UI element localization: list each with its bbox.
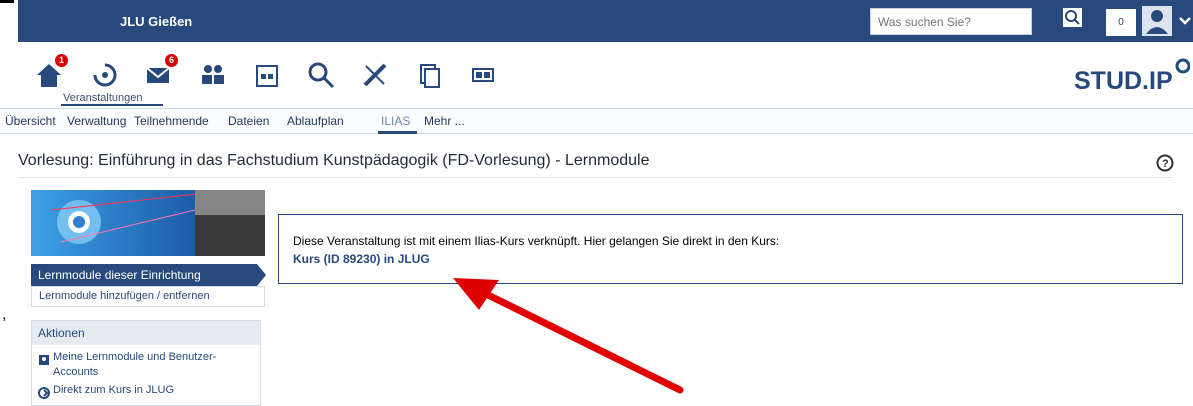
top-bar: JLU Gießen 0 (18, 0, 1193, 42)
overview-icon[interactable] (468, 60, 498, 90)
page-title: Vorlesung: Einführung in das Fachstudium… (18, 152, 650, 169)
sidebar-item-lernmodule-hinzufuegen[interactable]: Lernmodule hinzufügen / entfernen (31, 286, 265, 307)
actions-widget: Aktionen Meine Lernmodule und Benutzer- … (31, 320, 261, 406)
community-icon[interactable] (198, 60, 228, 90)
nav-active-underline (61, 104, 163, 106)
mail-icon[interactable]: 6 (144, 54, 178, 90)
search-button[interactable] (1063, 8, 1082, 27)
edge-line (0, 0, 14, 3)
action-direkt-zum-kurs[interactable]: Direkt zum Kurs in JLUG (53, 384, 174, 396)
account-icon (38, 353, 50, 365)
tab-verwaltung[interactable]: Verwaltung (67, 114, 126, 128)
link-icon (38, 386, 50, 399)
tab-mehr[interactable]: Mehr ... (424, 114, 465, 128)
logo-text: STUD.IP (1074, 67, 1173, 95)
annotation-arrow (448, 270, 690, 400)
tab-teilnehmende[interactable]: Teilnehmende (134, 114, 209, 128)
svg-text:?: ? (1162, 158, 1169, 170)
calendar-icon[interactable] (252, 60, 282, 90)
sidebar-banner (31, 190, 265, 256)
tab-active-underline (378, 131, 417, 134)
tab-bar: Übersicht Verwaltung Teilnehmende Dateie… (0, 108, 1193, 134)
site-title[interactable]: JLU Gießen (120, 14, 192, 29)
sidebar-item-lernmodule-einrichtung[interactable]: Lernmodule dieser Einrichtung (31, 264, 266, 286)
tab-uebersicht[interactable]: Übersicht (5, 114, 56, 128)
tools-icon[interactable] (360, 60, 390, 90)
ilias-info-box: Diese Veranstaltung ist mit einem Ilias-… (278, 214, 1183, 284)
courses-icon[interactable] (90, 60, 120, 90)
help-icon[interactable]: ? (1156, 154, 1174, 172)
tab-dateien[interactable]: Dateien (228, 114, 269, 128)
search-icon (1065, 10, 1080, 25)
action-meine-lernmodule-line1[interactable]: Meine Lernmodule und Benutzer- (53, 351, 216, 363)
avatar[interactable] (1142, 6, 1172, 36)
user-icon (1142, 6, 1172, 36)
tab-ablaufplan[interactable]: Ablaufplan (287, 114, 344, 128)
title-divider (18, 177, 1173, 178)
tab-ilias[interactable]: ILIAS (381, 114, 410, 128)
search-nav-icon[interactable] (306, 60, 336, 90)
icon-navigation: 1 6 (18, 42, 1193, 108)
chevron-down-icon[interactable] (1178, 14, 1192, 28)
mail-badge: 6 (165, 54, 178, 67)
ilias-course-link[interactable]: Kurs (ID 89230) in JLUG (293, 252, 430, 266)
studip-logo[interactable]: STUD.IP (1072, 55, 1191, 99)
action-meine-lernmodule-line2[interactable]: Accounts (53, 366, 98, 378)
nav-active-label[interactable]: Veranstaltungen (63, 92, 143, 104)
edge-comma: , (2, 306, 7, 323)
notification-counter[interactable]: 0 (1106, 9, 1136, 36)
ilias-info-text: Diese Veranstaltung ist mit einem Ilias-… (293, 234, 780, 248)
banner-graphic (31, 190, 265, 256)
files-icon[interactable] (414, 60, 444, 90)
actions-title: Aktionen (32, 321, 260, 345)
home-icon[interactable]: 1 (34, 54, 68, 90)
home-badge: 1 (55, 54, 68, 67)
search-input[interactable] (870, 8, 1032, 35)
